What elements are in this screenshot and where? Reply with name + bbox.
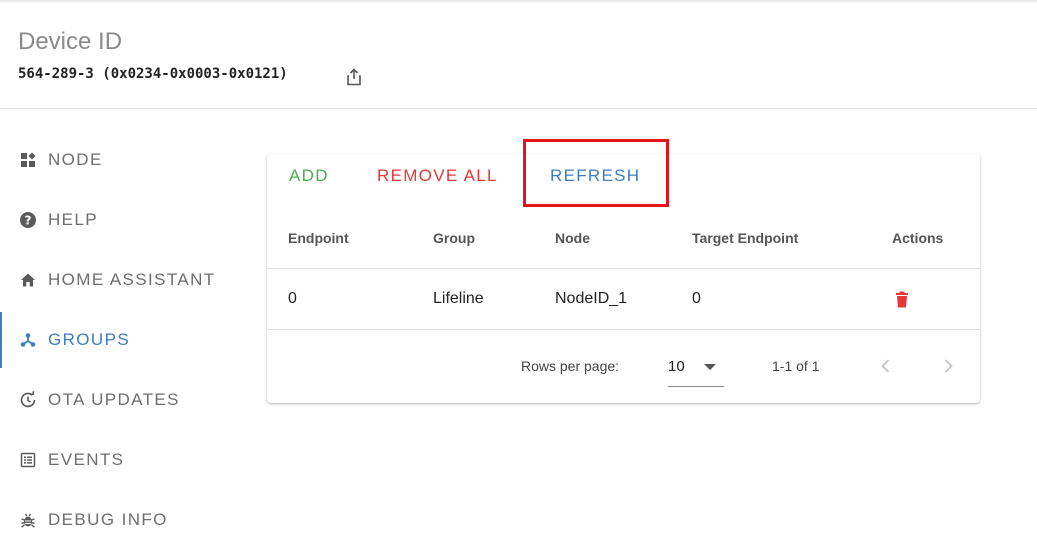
widgets-icon <box>19 151 37 169</box>
cell-node: NodeID_1 <box>555 290 628 307</box>
rows-per-page-label: Rows per page: <box>521 358 620 374</box>
column-header-target-endpoint: Target Endpoint <box>692 230 799 246</box>
bug-icon <box>19 511 37 529</box>
header-row-divider <box>267 268 980 269</box>
chevron-left-icon[interactable] <box>876 356 896 376</box>
delete-icon[interactable] <box>894 291 910 308</box>
header-divider <box>0 108 1037 109</box>
row-divider <box>267 329 980 330</box>
caret-down-icon <box>704 364 716 370</box>
column-header-group: Group <box>433 230 475 246</box>
cell-group: Lifeline <box>433 290 484 307</box>
add-button[interactable]: ADD <box>289 164 329 188</box>
highlight-box <box>523 139 669 207</box>
sidebar-item-groups[interactable]: GROUPS <box>0 312 240 368</box>
sidebar-item-label: GROUPS <box>48 330 131 349</box>
sidebar-item-ota-updates[interactable]: OTA UPDATES <box>0 372 240 428</box>
column-header-node: Node <box>555 230 590 246</box>
cell-target-endpoint: 0 <box>692 290 701 307</box>
sidebar-item-node[interactable]: NODE <box>0 132 240 188</box>
sidebar-item-label: HELP <box>48 210 99 229</box>
sidebar-item-label: HOME ASSISTANT <box>48 270 216 289</box>
remove-all-button[interactable]: REMOVE ALL <box>377 164 498 188</box>
rows-per-page-value: 10 <box>668 358 685 375</box>
sidebar-item-help[interactable]: ? HELP <box>0 192 240 248</box>
device-id-value: 564-289-3 (0x0234-0x0003-0x0121) <box>18 66 288 82</box>
home-icon <box>19 271 37 289</box>
device-hub-icon <box>19 331 37 349</box>
top-shadow <box>0 0 1037 4</box>
page-title: Device ID <box>18 28 123 55</box>
pagination-range: 1-1 of 1 <box>772 358 820 374</box>
help-icon: ? <box>19 211 37 229</box>
sidebar-item-debug-info[interactable]: DEBUG INFO <box>0 492 240 548</box>
share-icon[interactable] <box>346 68 362 86</box>
svg-text:?: ? <box>25 214 32 228</box>
sidebar-item-home-assistant[interactable]: HOME ASSISTANT <box>0 252 240 308</box>
list-icon <box>19 451 37 469</box>
sidebar-item-label: DEBUG INFO <box>48 510 168 529</box>
column-header-actions: Actions <box>892 230 944 246</box>
sidebar-item-events[interactable]: EVENTS <box>0 432 240 488</box>
chevron-right-icon[interactable] <box>938 356 958 376</box>
column-header-endpoint: Endpoint <box>288 230 349 246</box>
sidebar-item-label: NODE <box>48 150 103 169</box>
rows-per-page-select[interactable]: 10 <box>668 354 724 387</box>
sidebar-item-label: EVENTS <box>48 450 125 469</box>
cell-endpoint: 0 <box>288 290 297 307</box>
sidebar-item-label: OTA UPDATES <box>48 390 180 409</box>
update-icon <box>19 391 37 409</box>
